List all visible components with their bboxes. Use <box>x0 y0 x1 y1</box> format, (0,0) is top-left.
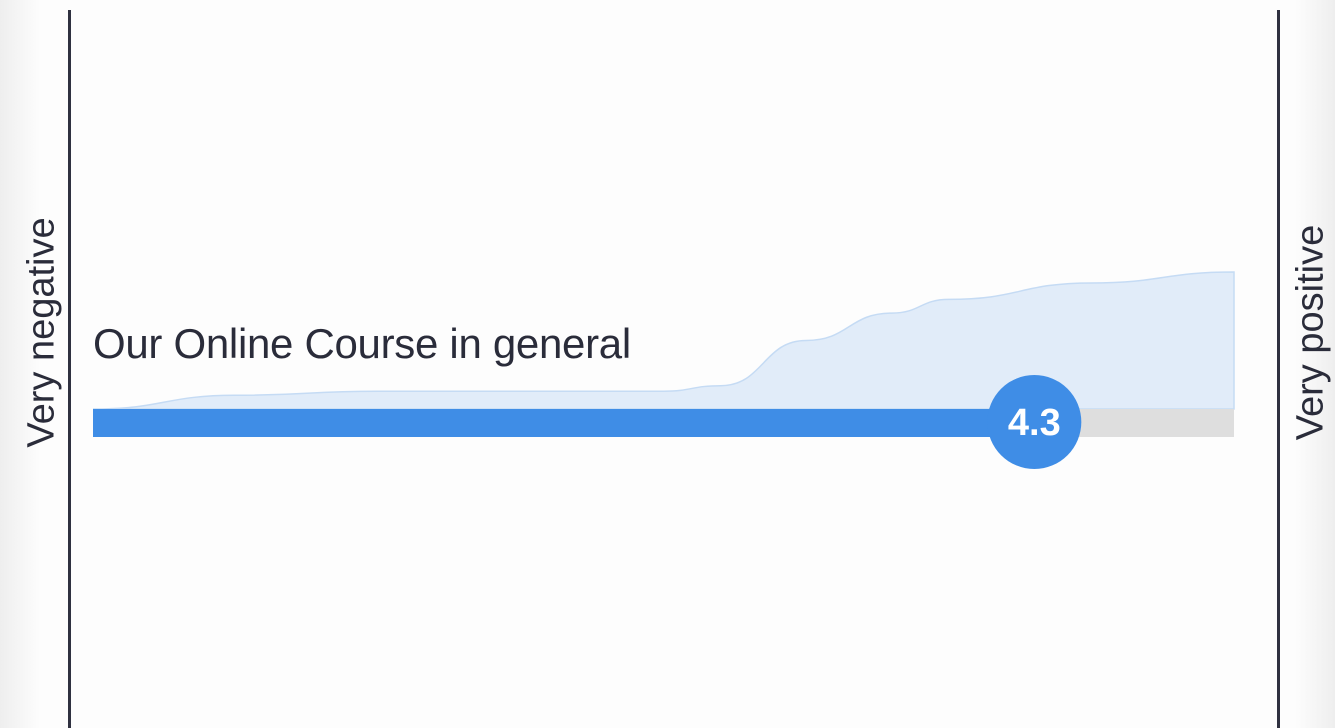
score-value-label: 4.3 <box>1008 402 1061 444</box>
rating-chart: Very negative Very positive Our Online C… <box>0 0 1335 728</box>
score-bar <box>93 409 1035 437</box>
rating-plot: 4.3 <box>92 271 1235 469</box>
